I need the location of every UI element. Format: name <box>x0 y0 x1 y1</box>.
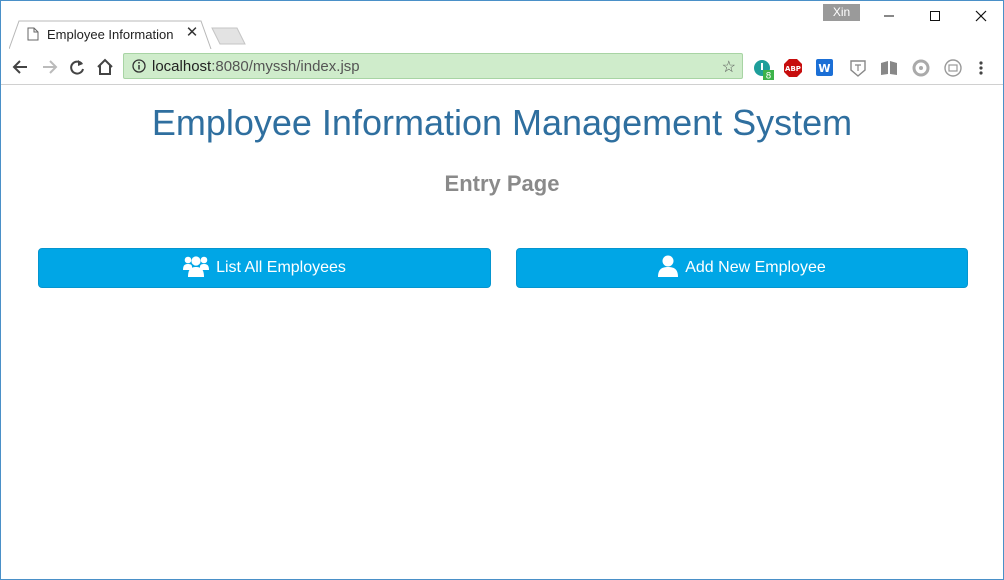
bookmark-star-icon[interactable]: ☆ <box>722 57 736 77</box>
page-title: Employee Information Management System <box>151 102 853 143</box>
browser-menu-icon[interactable] <box>977 59 995 77</box>
url-host: localhost <box>152 58 212 75</box>
reload-button[interactable] <box>67 57 87 77</box>
users-icon <box>183 254 210 283</box>
maximize-icon <box>930 11 940 21</box>
page-icon <box>27 27 39 41</box>
screenshot-icon[interactable] <box>944 59 962 77</box>
profile-name-badge[interactable]: Xin <box>823 4 860 21</box>
minimize-button[interactable] <box>874 5 904 27</box>
home-icon <box>97 58 113 75</box>
word-label: W <box>818 62 830 75</box>
arrow-right-icon <box>43 60 58 74</box>
home-button[interactable] <box>95 57 115 77</box>
url-text[interactable]: localhost:8080/myssh/index.jsp <box>152 58 360 75</box>
url-path: :8080/myssh/index.jsp <box>211 58 360 75</box>
reader-icon[interactable] <box>880 59 898 77</box>
close-icon <box>975 10 987 22</box>
forward-button[interactable] <box>39 57 59 77</box>
tab-title: Employee Information <box>47 27 174 42</box>
close-window-button[interactable] <box>966 5 996 27</box>
list-all-employees-label: List All Employees <box>216 259 346 276</box>
add-new-employee-label: Add New Employee <box>685 259 826 276</box>
info-icon[interactable] <box>132 59 146 78</box>
new-tab-button[interactable] <box>211 27 247 45</box>
reload-icon <box>70 60 84 75</box>
page-subtitle: Entry Page <box>444 171 560 196</box>
address-bar[interactable]: localhost:8080/myssh/index.jsp ☆ <box>123 53 743 79</box>
circle-icon[interactable] <box>912 59 930 77</box>
adblock-plus-icon[interactable]: ABP <box>784 59 802 77</box>
browser-window: Employee Information ✕ Xin localhost:808… <box>0 0 1004 580</box>
word-icon[interactable]: W <box>816 59 834 77</box>
list-all-employees-button[interactable]: List All Employees <box>38 248 491 288</box>
page-content: Employee Information Management System E… <box>1 86 1003 579</box>
add-new-employee-button[interactable]: Add New Employee <box>516 248 968 288</box>
extension-8-badge-icon[interactable]: 8 <box>753 59 774 82</box>
minimize-icon <box>884 15 894 17</box>
browser-toolbar: localhost:8080/myssh/index.jsp ☆ 8 ABP W <box>1 49 1003 85</box>
tab-strip: Employee Information ✕ Xin <box>1 1 1003 49</box>
maximize-button[interactable] <box>920 5 950 27</box>
abp-label: ABP <box>785 65 801 73</box>
user-icon <box>658 255 679 282</box>
back-button[interactable] <box>11 57 31 77</box>
close-tab-icon[interactable]: ✕ <box>185 25 199 41</box>
extension-badge-count: 8 <box>766 72 772 82</box>
translate-icon[interactable] <box>849 59 867 77</box>
browser-tab[interactable]: Employee Information ✕ <box>9 20 212 49</box>
arrow-left-icon <box>12 60 27 74</box>
